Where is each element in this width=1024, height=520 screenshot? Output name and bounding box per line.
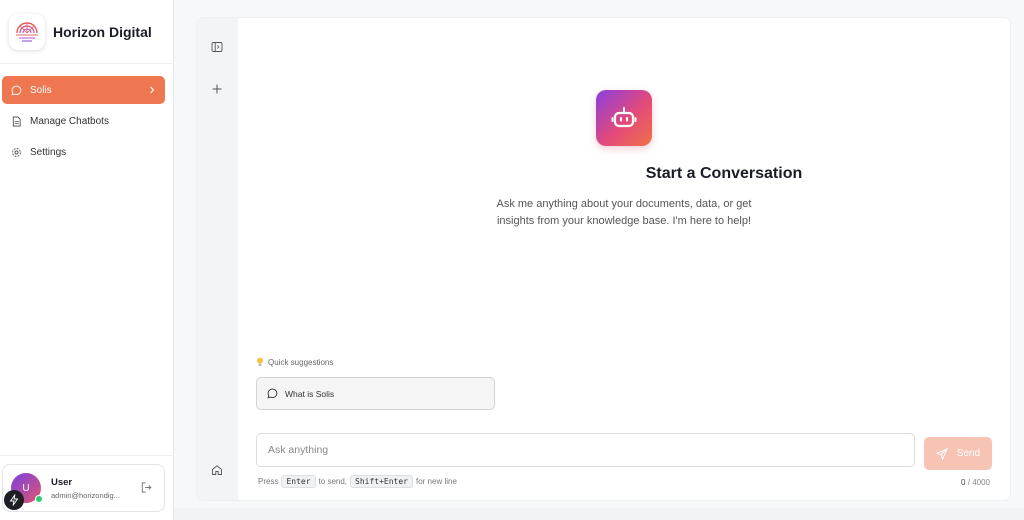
- sidebar-item-manage-chatbots[interactable]: Manage Chatbots: [2, 107, 165, 135]
- new-chat-button[interactable]: [209, 81, 225, 97]
- enter-key: Enter: [281, 475, 316, 488]
- chat-input[interactable]: [256, 433, 915, 467]
- hint-text: Press: [258, 477, 279, 486]
- home-button[interactable]: [209, 462, 225, 478]
- sidebar-item-label: Manage Chatbots: [30, 115, 109, 127]
- home-icon: [212, 465, 222, 475]
- empty-state-title: Start a Conversation: [645, 165, 803, 182]
- shift-enter-key: Shift+Enter: [350, 475, 413, 488]
- sidebar-item-solis[interactable]: Solis: [2, 76, 165, 104]
- paper-plane-icon: [935, 447, 948, 460]
- chat-bubble-icon: [267, 388, 278, 399]
- send-label: Send: [956, 448, 981, 459]
- online-status-dot: [35, 495, 43, 503]
- chevron-right-icon: [147, 85, 157, 95]
- quick-suggestions-text: Quick suggestions: [268, 357, 334, 367]
- quick-suggestions-label: Quick suggestions: [256, 357, 333, 367]
- keyboard-hint: Press Enter to send, Shift+Enter for new…: [258, 475, 457, 488]
- character-max: 4000: [972, 478, 990, 487]
- panel-toggle-icon: [211, 42, 223, 52]
- hint-text: to send,: [318, 477, 348, 486]
- sidebar-item-label: Settings: [30, 146, 67, 158]
- character-counter: 0 / 4000: [961, 478, 990, 487]
- robot-icon: [611, 107, 637, 128]
- document-icon: [10, 115, 22, 127]
- plus-icon: [212, 84, 222, 94]
- chat-panel: Start a Conversation Ask me anything abo…: [197, 18, 1010, 500]
- user-email: admin@horizondig...: [51, 490, 120, 500]
- sun-horizon-logo-icon: [16, 21, 38, 41]
- brand-logo: [9, 13, 45, 50]
- sidebar-nav: Solis Manage Chatbots Settings: [0, 64, 173, 166]
- hint-text: for new line: [416, 477, 457, 486]
- gear-icon: [10, 146, 22, 158]
- sidebar: Horizon Digital Solis Manage Chatbots Se…: [0, 0, 174, 520]
- avatar-initial: U: [22, 482, 30, 494]
- page-footer-strip: [174, 508, 1024, 520]
- user-name: User: [51, 476, 73, 488]
- user-info: User admin@horizondig...: [51, 477, 140, 500]
- brand-name: Horizon Digital: [53, 23, 152, 40]
- lightning-bolt-icon[interactable]: [4, 490, 24, 510]
- sidebar-item-settings[interactable]: Settings: [2, 138, 165, 166]
- sidebar-item-label: Solis: [30, 84, 52, 96]
- suggestion-text: What is Solis: [285, 388, 335, 399]
- toggle-sidebar-button[interactable]: [209, 39, 225, 55]
- brand-header: Horizon Digital: [0, 0, 173, 64]
- send-button[interactable]: Send: [924, 437, 992, 470]
- sidebar-divider: [0, 455, 173, 456]
- logout-icon[interactable]: [140, 481, 154, 495]
- app-root: Horizon Digital Solis Manage Chatbots Se…: [0, 0, 1024, 520]
- character-count: 0: [961, 478, 966, 487]
- suggestion-card[interactable]: What is Solis: [256, 377, 495, 410]
- bot-avatar: [596, 90, 652, 146]
- lightbulb-icon: [256, 357, 264, 367]
- user-card[interactable]: U User admin@horizondig...: [2, 464, 165, 512]
- chat-bubble-icon: [10, 84, 22, 96]
- counter-separator: /: [967, 478, 970, 487]
- empty-state-subtitle: Ask me anything about your documents, da…: [496, 198, 752, 227]
- panel-rail: [197, 18, 238, 500]
